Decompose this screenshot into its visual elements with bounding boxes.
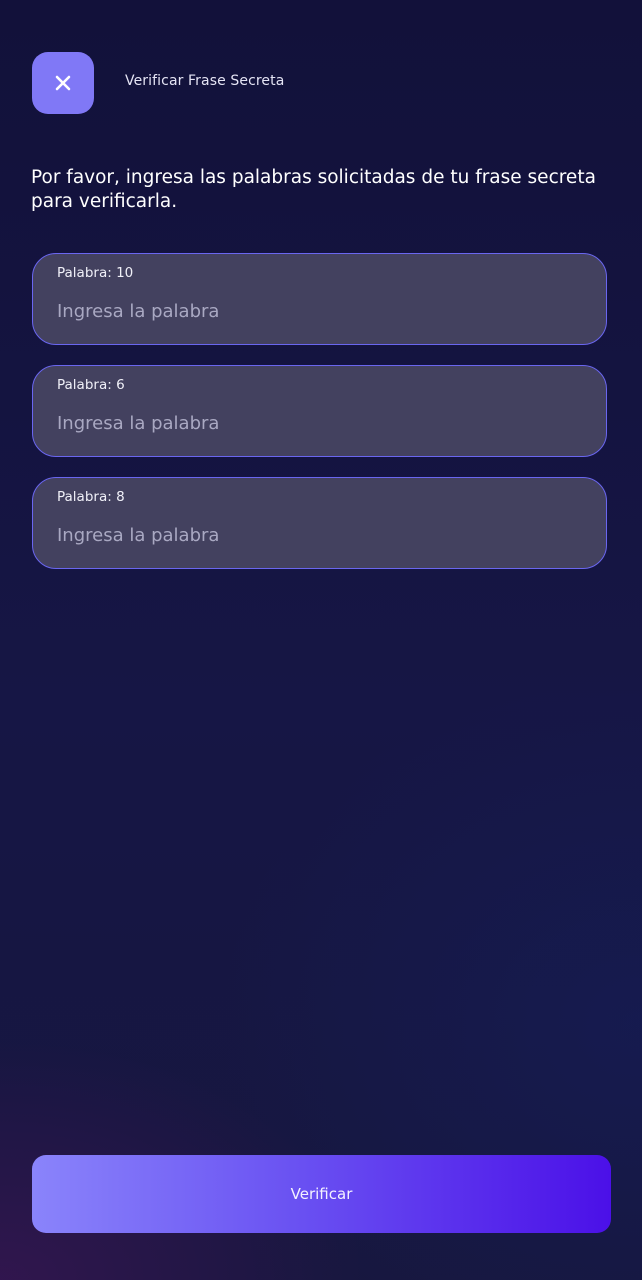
word-field-6[interactable]: Palabra: 6 [32, 365, 607, 457]
verify-button[interactable]: Verificar [32, 1155, 611, 1233]
word-field-8[interactable]: Palabra: 8 [32, 477, 607, 569]
word-field-10[interactable]: Palabra: 10 [32, 253, 607, 345]
word-field-label: Palabra: 8 [57, 489, 125, 505]
word-field-label: Palabra: 6 [57, 377, 125, 393]
close-icon [55, 75, 71, 91]
word-input-6[interactable] [57, 408, 577, 438]
page-title: Verificar Frase Secreta [125, 73, 285, 89]
close-button[interactable] [32, 52, 94, 114]
word-input-10[interactable] [57, 296, 577, 326]
word-input-8[interactable] [57, 520, 577, 550]
word-field-label: Palabra: 10 [57, 265, 134, 281]
instructions-text: Por favor, ingresa las palabras solicita… [31, 167, 596, 212]
verify-button-label: Verificar [290, 1185, 353, 1203]
